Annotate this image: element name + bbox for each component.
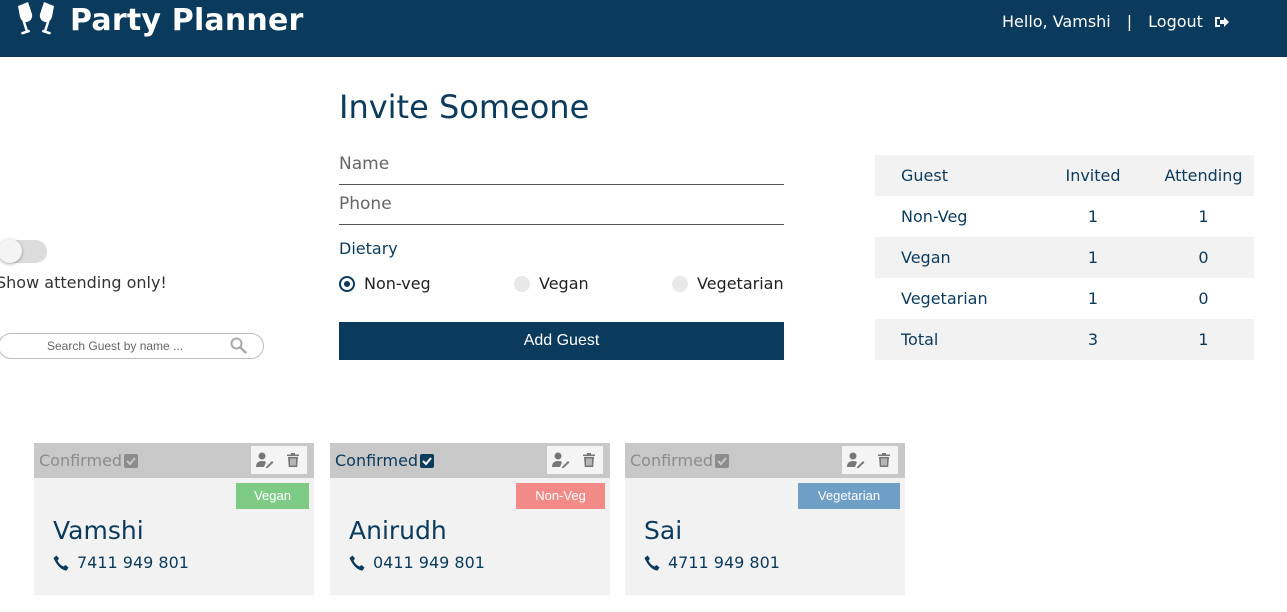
champagne-glasses-icon [18,2,54,35]
confirmed-checkbox[interactable]: Confirmed [630,451,730,470]
top-navbar: Party Planner Hello, Vamshi | Logout [0,0,1287,57]
table-cell: 0 [1198,289,1209,308]
card-actions [547,446,603,474]
confirmed-label: Confirmed [39,451,123,470]
trash-icon [287,453,299,467]
table-row: Non-Veg 1 1 [875,196,1254,237]
logout-link[interactable]: Logout [1148,12,1203,31]
guest-name: Anirudh [349,516,447,545]
guest-stats-table: Guest Invited Attending Non-Veg 1 1 Vega… [875,155,1254,360]
guest-card: Confirmed [625,443,905,595]
trash-icon [878,453,890,467]
radio-non-veg[interactable]: Non-veg [339,274,431,293]
attending-only-label: Show attending only! [0,273,167,292]
name-input[interactable] [339,146,784,182]
user-edit-icon [847,452,865,468]
table-row-total: Total 3 1 [875,319,1254,360]
table-cell: Total [901,330,939,349]
phone-number: 7411 949 801 [77,553,189,572]
confirmed-checkbox[interactable]: Confirmed [39,451,139,470]
table-row: Vegan 1 0 [875,237,1254,278]
card-header: Confirmed [330,443,610,478]
column-header: Invited [1065,166,1121,185]
card-header: Confirmed [625,443,905,478]
guest-search[interactable] [0,333,264,359]
table-cell: 3 [1087,330,1099,349]
radio-button[interactable] [514,275,530,292]
radio-button-checked[interactable] [339,275,355,292]
table-row: Vegetarian 1 0 [875,278,1254,319]
table-cell: 1 [1087,248,1099,267]
user-edit-icon [552,452,570,468]
guest-name: Vamshi [53,516,144,545]
toggle-knob[interactable] [0,239,22,263]
radio-button[interactable] [672,275,688,292]
radio-label: Vegetarian [697,274,784,293]
search-icon[interactable] [230,337,247,354]
guest-phone: 4711 949 801 [644,553,780,572]
edit-guest-button[interactable] [842,446,870,474]
dietary-label: Dietary [339,239,398,258]
card-actions [251,446,307,474]
table-cell: Non-Veg [901,207,968,226]
card-actions [842,446,898,474]
phone-input[interactable] [339,186,784,222]
phone-icon [349,555,365,570]
guest-card: Confirmed [330,443,610,595]
user-edit-icon [256,452,274,468]
table-cell: Vegetarian [901,289,988,308]
table-cell: 1 [1198,207,1209,226]
phone-number: 4711 949 801 [668,553,780,572]
table-header-row: Guest Invited Attending [875,155,1254,196]
radio-label: Non-veg [364,274,431,293]
guest-name: Sai [644,516,683,545]
guest-phone: 0411 949 801 [349,553,485,572]
brand[interactable]: Party Planner [14,0,304,40]
edit-guest-button[interactable] [547,446,575,474]
phone-icon [644,555,660,570]
checkbox-checked-icon[interactable] [124,453,139,468]
confirmed-checkbox[interactable]: Confirmed [335,451,435,470]
sign-out-icon[interactable] [1214,15,1230,29]
table-cell: 1 [1198,330,1209,349]
table-cell: 1 [1087,289,1099,308]
table-cell: 1 [1087,207,1099,226]
radio-label: Vegan [539,274,589,293]
edit-guest-button[interactable] [251,446,279,474]
radio-vegetarian[interactable]: Vegetarian [672,274,784,293]
table-cell: Vegan [901,248,951,267]
delete-guest-button[interactable] [870,446,898,474]
diet-badge: Non-Veg [516,483,605,509]
radio-vegan[interactable]: Vegan [514,274,589,293]
nav-separator: | [1126,12,1133,31]
column-header: Guest [901,166,948,185]
diet-badge: Vegan [236,483,309,509]
attending-only-toggle[interactable] [0,239,47,263]
card-header: Confirmed [34,443,314,478]
diet-badge: Vegetarian [798,483,900,509]
user-menu: Hello, Vamshi | Logout [1002,12,1230,31]
trash-icon [583,453,595,467]
column-header: Attending [1164,166,1243,185]
invite-title: Invite Someone [339,88,590,126]
checkbox-checked-icon[interactable] [420,453,435,468]
guest-card: Confirmed [34,443,314,595]
name-field [339,146,784,185]
search-input[interactable] [47,337,227,355]
add-guest-button[interactable]: Add Guest [339,322,784,360]
app-title: Party Planner [70,2,304,38]
delete-guest-button[interactable] [575,446,603,474]
user-greeting: Hello, Vamshi [1002,12,1111,31]
phone-icon [53,555,69,570]
checkbox-checked-icon[interactable] [715,453,730,468]
delete-guest-button[interactable] [279,446,307,474]
table-cell: 0 [1198,248,1209,267]
phone-number: 0411 949 801 [373,553,485,572]
phone-field [339,186,784,225]
confirmed-label: Confirmed [335,451,419,470]
confirmed-label: Confirmed [630,451,714,470]
guest-phone: 7411 949 801 [53,553,189,572]
